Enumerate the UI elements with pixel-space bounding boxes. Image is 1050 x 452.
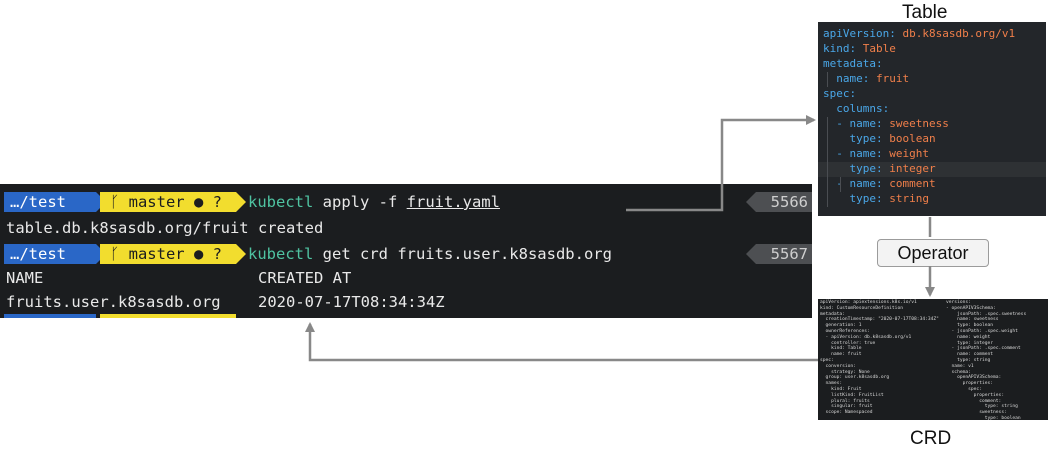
arrow-apply-to-table	[626, 115, 816, 212]
flow-arrows	[305, 115, 935, 362]
arrow-crd-to-output	[305, 322, 818, 362]
